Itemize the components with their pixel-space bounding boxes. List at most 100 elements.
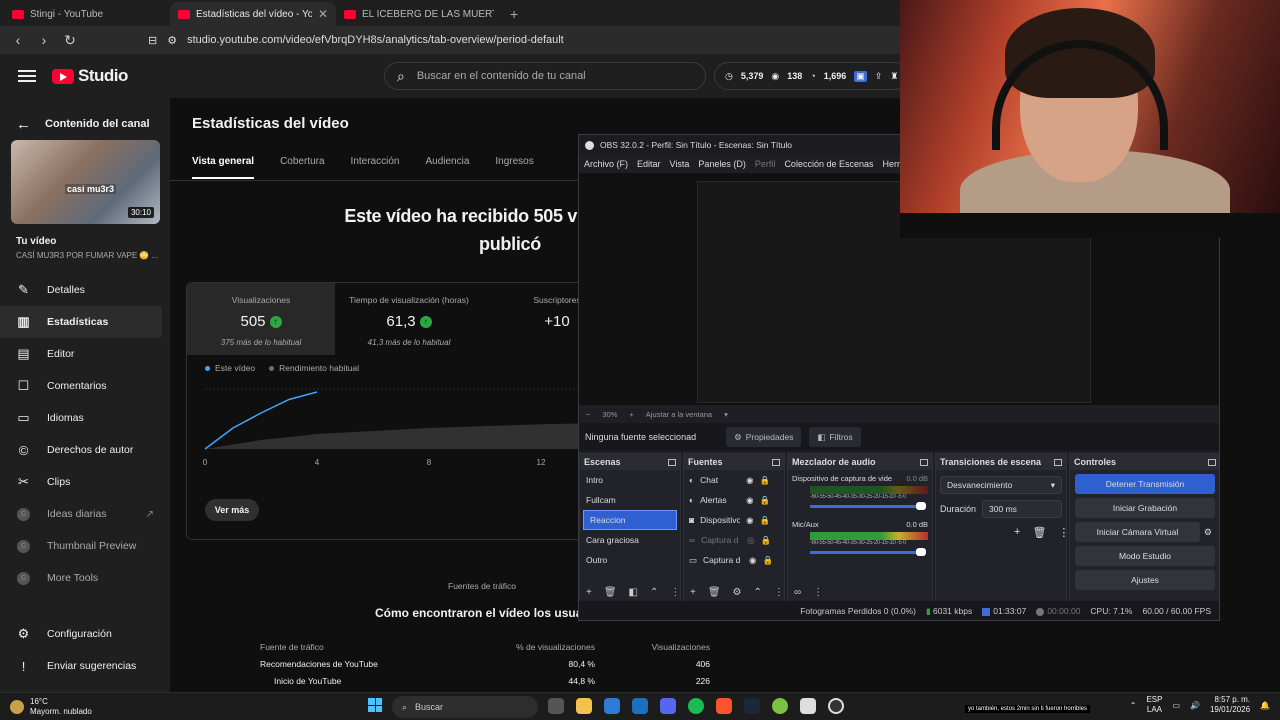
sidebar-item-editor[interactable]: ▤ Editor <box>0 338 162 370</box>
menu-edit[interactable]: Editar <box>637 159 661 169</box>
source-item[interactable]: ▭ Captura d ◉ 🔒 <box>684 550 784 570</box>
eye-icon[interactable]: ◉ <box>746 495 753 506</box>
lock-icon[interactable]: 🔒 <box>760 515 771 526</box>
popout-icon[interactable] <box>772 458 780 466</box>
popout-icon[interactable] <box>1054 458 1062 466</box>
browser-tab-active[interactable]: Estadísticas del vídeo - YouTube ✕ <box>170 2 336 26</box>
notification-icon[interactable]: 🔔 <box>1260 701 1270 710</box>
source-item[interactable]: ◐ Alertas ◉ 🔒 <box>684 490 784 510</box>
more-icon[interactable]: ⋮ <box>670 587 680 598</box>
sidebar-item-more-tools[interactable]: G More Tools <box>0 562 162 594</box>
caption-icon[interactable]: ▣ <box>854 70 867 82</box>
file-explorer-icon[interactable] <box>576 698 592 714</box>
sidebar-item-languages[interactable]: ▭ Idiomas <box>0 402 162 434</box>
forward-icon[interactable]: › <box>36 32 52 48</box>
clock[interactable]: 8:57 p. m. 19/01/2026 <box>1210 695 1250 715</box>
trash-icon[interactable]: 🗑 <box>708 587 721 598</box>
source-item[interactable]: ∞ Captura d ◎ 🔒 <box>684 530 784 550</box>
volume-icon[interactable]: 🔊 <box>1190 701 1200 710</box>
filter-icon[interactable]: ◧ <box>629 587 638 598</box>
sidebar-item-daily-ideas[interactable]: G Ideas diarias ↗ <box>0 498 162 530</box>
lock-icon[interactable]: 🔒 <box>760 475 771 486</box>
video-thumbnail[interactable]: casi mu3r3 30:10 <box>11 140 160 224</box>
tab-overview[interactable]: Vista general <box>192 156 255 179</box>
close-tab-icon[interactable]: ✕ <box>318 7 328 21</box>
browser-tab[interactable]: EL ICEBERG DE LAS MUERT*S MÁS B <box>336 2 502 26</box>
back-to-content[interactable]: ← Contenido del canal <box>0 98 170 138</box>
gear-icon[interactable]: ⚙ <box>1204 527 1212 538</box>
back-icon[interactable]: ‹ <box>10 32 26 48</box>
link-icon[interactable]: ∞ <box>794 587 801 598</box>
monitor-icon[interactable]: ▭ <box>1172 701 1180 710</box>
upload-icon[interactable]: ⇪ <box>875 71 883 82</box>
search-input[interactable]: ⌕ Buscar en el contenido de tu canal <box>384 62 706 90</box>
menu-scene-collection[interactable]: Colección de Escenas <box>784 159 873 169</box>
tab-engagement[interactable]: Interacción <box>351 156 400 179</box>
trash-icon[interactable]: 🗑 <box>604 587 617 598</box>
eye-hidden-icon[interactable]: ◎ <box>747 535 754 546</box>
zoom-in-icon[interactable]: + <box>629 410 633 419</box>
popout-icon[interactable] <box>1208 458 1216 466</box>
gear-icon[interactable]: ⚙ <box>733 587 742 598</box>
menu-docks[interactable]: Paneles (D) <box>698 159 746 169</box>
scene-item-selected[interactable]: Reaccion <box>583 510 677 530</box>
popout-icon[interactable] <box>920 458 928 466</box>
source-item[interactable]: ◙ Dispositivo ◉ 🔒 <box>684 510 784 530</box>
sidebar-item-analytics[interactable]: ▥ Estadísticas <box>0 306 162 338</box>
menu-icon[interactable] <box>18 70 36 82</box>
trophy-icon[interactable]: ♜ <box>890 71 898 82</box>
menu-profile[interactable]: Perfil <box>755 159 776 169</box>
reload-icon[interactable]: ↻ <box>62 32 78 49</box>
table-row[interactable]: Inicio de YouTube 44,8 % 226 <box>260 672 710 689</box>
scene-item[interactable]: Outro <box>580 550 680 570</box>
studio-mode-button[interactable]: Modo Estudio <box>1075 546 1215 566</box>
see-more-button[interactable]: Ver más <box>205 499 259 521</box>
chevron-up-icon[interactable]: ⌃ <box>650 587 658 598</box>
steam-icon[interactable] <box>744 698 760 714</box>
app-icon[interactable] <box>800 698 816 714</box>
realtime-stats[interactable]: ◷ 5,379 ◉ 138 ◔ 1,696 ▣ ⇪ ♜ <box>714 62 910 90</box>
url-field[interactable]: ⊟ ⚙ studio.youtube.com/video/efVbrqDYH8s… <box>148 34 564 47</box>
sidebar-item-clips[interactable]: ✂ Clips <box>0 466 162 498</box>
chevron-up-icon[interactable]: ⌃ <box>1130 701 1137 710</box>
add-icon[interactable]: + <box>690 587 696 598</box>
zoom-out-icon[interactable]: − <box>586 410 590 419</box>
taskbar-search[interactable]: ⌕ Buscar <box>392 696 538 718</box>
chevron-down-icon[interactable]: ▾ <box>724 410 728 419</box>
filters-button[interactable]: ◧ Filtros <box>809 427 861 447</box>
scene-item[interactable]: Intro <box>580 470 680 490</box>
volume-slider[interactable] <box>810 548 926 556</box>
start-recording-button[interactable]: Iniciar Grabación <box>1075 498 1215 518</box>
more-icon[interactable]: ⋮ <box>813 587 823 598</box>
scene-item[interactable]: Fullcam <box>580 490 680 510</box>
sidebar-item-settings[interactable]: ⚙ Configuración <box>0 618 162 650</box>
obs-icon[interactable] <box>828 698 844 714</box>
bookmark-icon[interactable]: ⊟ <box>148 34 157 47</box>
sidebar-item-copyright[interactable]: © Derechos de autor <box>0 434 162 466</box>
start-virtual-camera-button[interactable]: Iniciar Cámara Virtual <box>1075 522 1200 542</box>
eye-icon[interactable]: ◉ <box>749 555 756 566</box>
xbox-icon[interactable] <box>772 698 788 714</box>
settings-button[interactable]: Ajustes <box>1075 570 1215 590</box>
lock-icon[interactable]: 🔒 <box>762 555 773 566</box>
lock-icon[interactable]: 🔒 <box>760 535 771 546</box>
outlook-icon[interactable] <box>632 698 648 714</box>
tab-reach[interactable]: Cobertura <box>280 156 324 179</box>
menu-view[interactable]: Vista <box>670 159 690 169</box>
trash-icon[interactable]: 🗑 <box>1032 526 1046 539</box>
table-row[interactable]: Recomendaciones de YouTube 80,4 % 406 <box>260 655 710 672</box>
sidebar-item-comments[interactable]: ☐ Comentarios <box>0 370 162 402</box>
brave-icon[interactable] <box>716 698 732 714</box>
volume-slider[interactable] <box>810 502 926 510</box>
tab-revenue[interactable]: Ingresos <box>495 156 533 179</box>
edge-icon[interactable] <box>604 698 620 714</box>
menu-file[interactable]: Archivo (F) <box>584 159 628 169</box>
new-tab-icon[interactable]: + <box>502 6 526 26</box>
popout-icon[interactable] <box>668 458 676 466</box>
properties-button[interactable]: ⚙ Propiedades <box>726 427 802 447</box>
more-icon[interactable]: ⋮ <box>1058 526 1069 539</box>
eye-icon[interactable]: ◉ <box>746 475 753 486</box>
sidebar-item-feedback[interactable]: ! Enviar sugerencias <box>0 650 162 682</box>
spotify-icon[interactable] <box>688 698 704 714</box>
studio-logo[interactable]: Studio <box>52 66 128 86</box>
